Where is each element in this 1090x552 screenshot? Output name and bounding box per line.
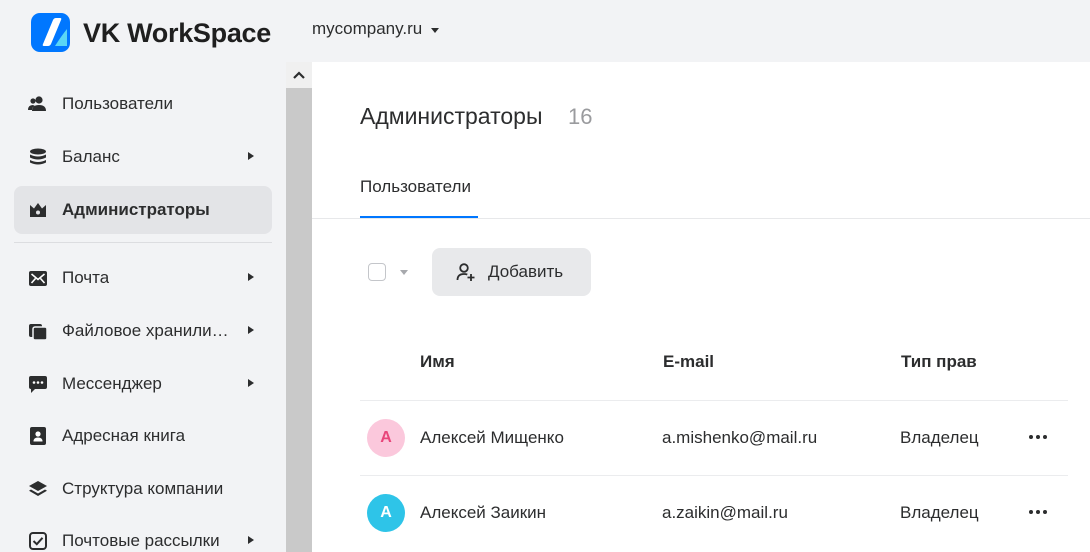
column-header-name[interactable]: Имя: [420, 352, 455, 372]
address-book-icon: [28, 426, 48, 446]
sidebar-item-balance[interactable]: Баланс: [14, 133, 272, 181]
scrollbar-thumb[interactable]: [286, 88, 312, 552]
column-header-rights[interactable]: Тип прав: [901, 352, 977, 372]
avatar: А: [367, 419, 405, 457]
sidebar-item-label: Адресная книга: [62, 426, 186, 445]
caret-down-icon: [431, 27, 440, 33]
sidebar-divider: [14, 242, 272, 243]
top-bar: VK WorkSpace mycompany.ru: [0, 0, 1090, 62]
sidebar-item-label: Пользователи: [62, 94, 173, 113]
layers-icon: [28, 479, 48, 499]
crown-icon: [28, 200, 48, 220]
sidebar-item-label: Баланс: [62, 147, 120, 166]
folder-icon: [28, 321, 48, 341]
chevron-right-icon: [248, 326, 254, 334]
user-rights: Владелец: [900, 428, 979, 447]
sidebar-item-address-book[interactable]: Адресная книга: [14, 412, 272, 460]
tab-users[interactable]: Пользователи: [360, 177, 471, 197]
sidebar-item-label: Почта: [62, 268, 110, 287]
checkbox-icon: [28, 531, 48, 551]
brand-name[interactable]: VK WorkSpace: [83, 18, 271, 49]
sidebar: Пользователи Баланс Администраторы Почта…: [0, 62, 286, 552]
select-all-checkbox[interactable]: [368, 263, 386, 281]
sidebar-item-label: Файловое хранили…: [62, 321, 229, 340]
sidebar-item-label: Администраторы: [62, 200, 210, 219]
admin-count: 16: [568, 104, 593, 129]
user-email: a.mishenko@mail.ru: [662, 428, 818, 447]
database-icon: [28, 147, 48, 167]
sidebar-scrollbar[interactable]: [286, 62, 312, 552]
user-email: a.zaikin@mail.ru: [662, 503, 788, 522]
mail-icon: [28, 268, 48, 288]
user-rights: Владелец: [900, 503, 979, 522]
chevron-right-icon: [248, 152, 254, 160]
add-button-label: Добавить: [488, 262, 564, 281]
select-options-caret-icon[interactable]: [400, 270, 408, 275]
chevron-right-icon: [248, 536, 254, 544]
main-panel: Администраторы 16 Пользователи Добавить …: [312, 62, 1090, 552]
add-admin-button[interactable]: Добавить: [432, 248, 591, 296]
column-header-email[interactable]: E-mail: [663, 352, 714, 372]
sidebar-item-mail[interactable]: Почта: [14, 254, 272, 302]
more-options-icon[interactable]: [1026, 502, 1050, 522]
scroll-up-arrow-icon[interactable]: [286, 62, 312, 88]
users-icon: [28, 94, 48, 114]
page-title: Администраторы: [360, 103, 543, 129]
user-name: Алексей Заикин: [420, 503, 547, 522]
user-name: Алексей Мищенко: [420, 428, 564, 447]
sidebar-item-label: Почтовые рассылки: [62, 531, 220, 550]
chevron-right-icon: [248, 379, 254, 387]
table-row[interactable]: А Алексей Заикин a.zaikin@mail.ru Владел…: [360, 476, 1068, 550]
message-icon: [28, 374, 48, 394]
sidebar-item-messenger[interactable]: Мессенджер: [14, 360, 272, 408]
add-user-icon: [456, 262, 476, 282]
sidebar-item-mailing-lists[interactable]: Почтовые рассылки: [14, 517, 272, 552]
sidebar-item-company-structure[interactable]: Структура компании: [14, 465, 272, 513]
sidebar-item-administrators[interactable]: Администраторы: [14, 186, 272, 234]
sidebar-item-file-storage[interactable]: Файловое хранили…: [14, 307, 272, 355]
more-options-icon[interactable]: [1026, 427, 1050, 447]
domain-label: mycompany.ru: [312, 19, 423, 38]
domain-selector[interactable]: mycompany.ru: [312, 19, 440, 39]
sidebar-item-label: Мессенджер: [62, 374, 162, 393]
sidebar-item-users[interactable]: Пользователи: [14, 80, 272, 128]
tabs-divider: [312, 218, 1090, 219]
sidebar-item-label: Структура компании: [62, 479, 224, 498]
table-row[interactable]: А Алексей Мищенко a.mishenko@mail.ru Вла…: [360, 401, 1068, 475]
chevron-right-icon: [248, 273, 254, 281]
avatar: А: [367, 494, 405, 532]
vk-workspace-logo-icon[interactable]: [31, 13, 70, 52]
